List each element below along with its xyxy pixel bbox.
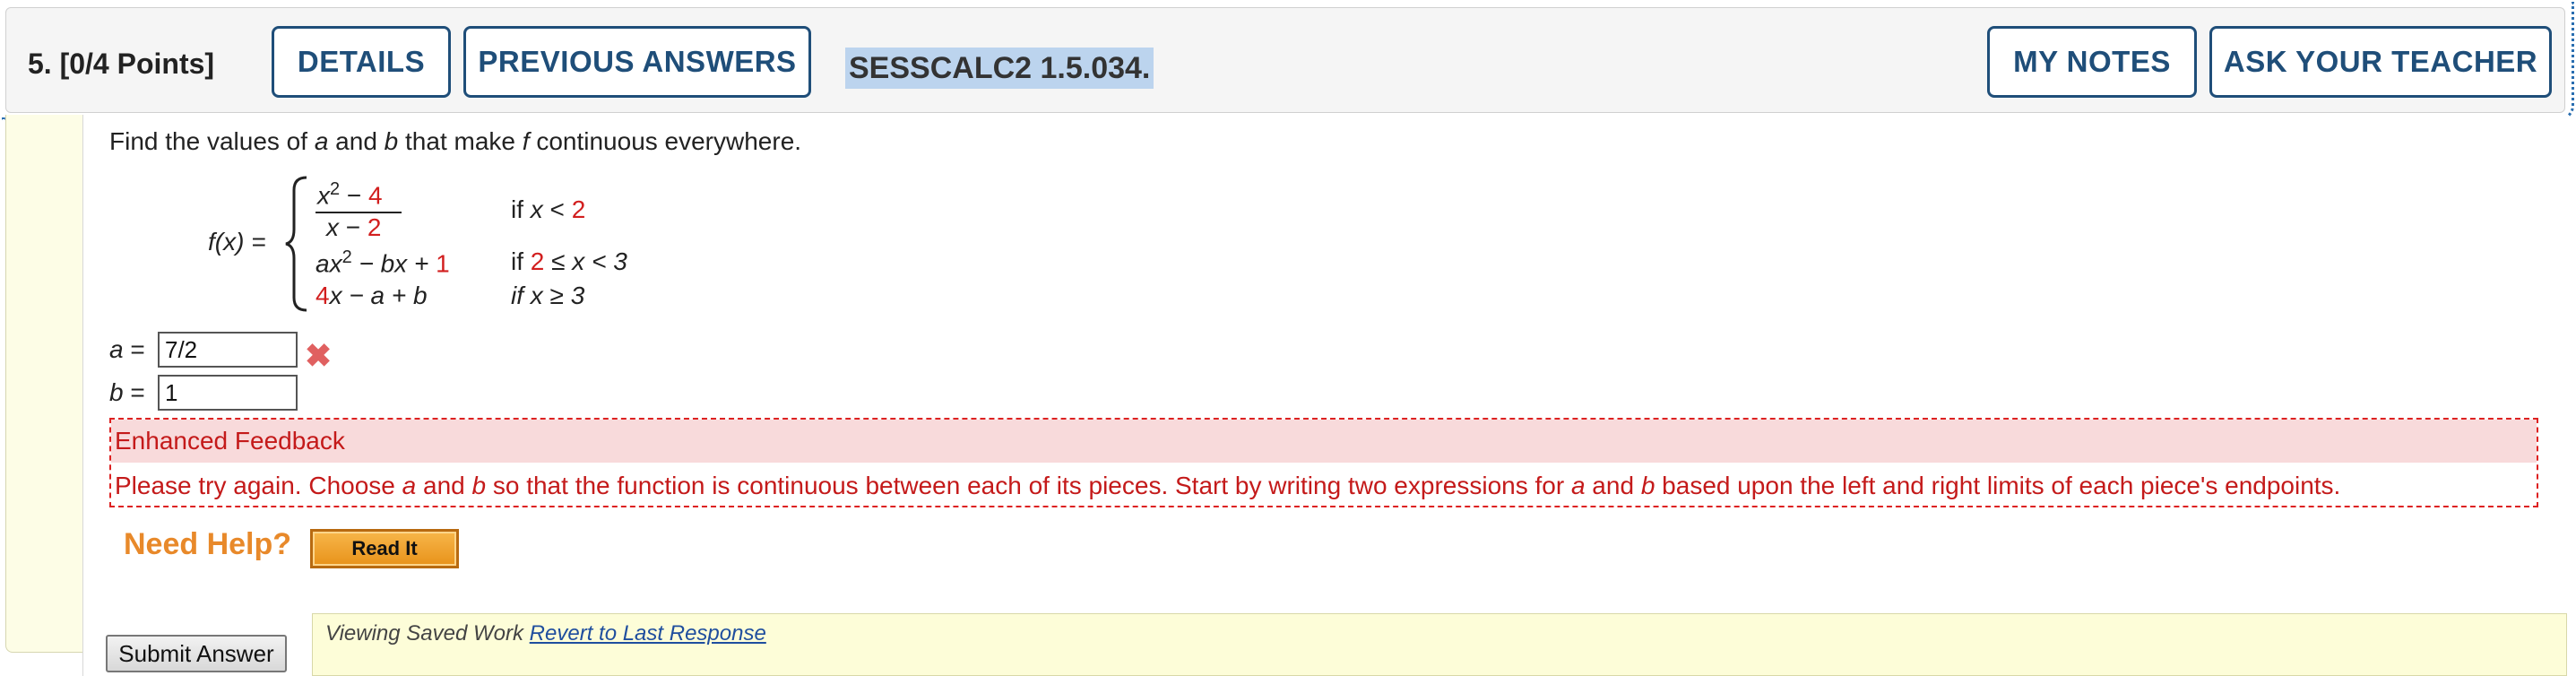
previous-answers-button[interactable]: PREVIOUS ANSWERS — [463, 26, 811, 98]
problem-code: SESSCALC2 1.5.034. — [845, 48, 1154, 89]
piece1-denominator: x − 2 — [326, 213, 382, 241]
feedback-text: Please try again. Choose a and b so that… — [115, 472, 2341, 499]
saved-work-bar: Viewing Saved Work Revert to Last Respon… — [312, 613, 2567, 676]
piece1-numerator: x2 − 4 — [317, 179, 383, 210]
b-answer-label: b = — [109, 378, 145, 406]
submit-answer-button[interactable]: Submit Answer — [106, 635, 287, 672]
piece3-condition: if x ≥ 3 — [511, 282, 585, 309]
question-content — [82, 115, 2568, 676]
problem-statement: Find the values of a and b that make f c… — [109, 127, 802, 155]
a-answer-label: a = — [109, 335, 145, 363]
b-answer-input[interactable] — [158, 375, 298, 411]
question-header: 5. [0/4 Points] DETAILS PREVIOUS ANSWERS… — [5, 7, 2565, 113]
incorrect-icon: ✖ — [305, 337, 333, 374]
revert-link[interactable]: Revert to Last Response — [530, 621, 766, 646]
piece2-condition: if 2 ≤ x < 3 — [511, 247, 627, 275]
read-it-button[interactable]: Read It — [310, 529, 459, 568]
question-number: 5. [0/4 Points] — [28, 48, 215, 80]
function-label: f(x) = — [208, 228, 266, 256]
need-help-label: Need Help? — [124, 527, 292, 561]
a-answer-input[interactable] — [158, 332, 298, 368]
saved-work-text: Viewing Saved Work Revert to Last Respon… — [325, 621, 766, 646]
piece2-expression: ax2 − bx + 1 — [316, 247, 450, 278]
piece3-expression: 4x − a + b — [316, 282, 428, 309]
enhanced-feedback-box: Enhanced Feedback Please try again. Choo… — [109, 418, 2538, 507]
feedback-title: Enhanced Feedback — [111, 420, 2537, 463]
ask-your-teacher-button[interactable]: ASK YOUR TEACHER — [2209, 26, 2552, 98]
piece1-condition: if x < 2 — [511, 195, 586, 223]
details-button[interactable]: DETAILS — [272, 26, 451, 98]
my-notes-button[interactable]: MY NOTES — [1987, 26, 2197, 98]
left-brace — [285, 176, 307, 312]
